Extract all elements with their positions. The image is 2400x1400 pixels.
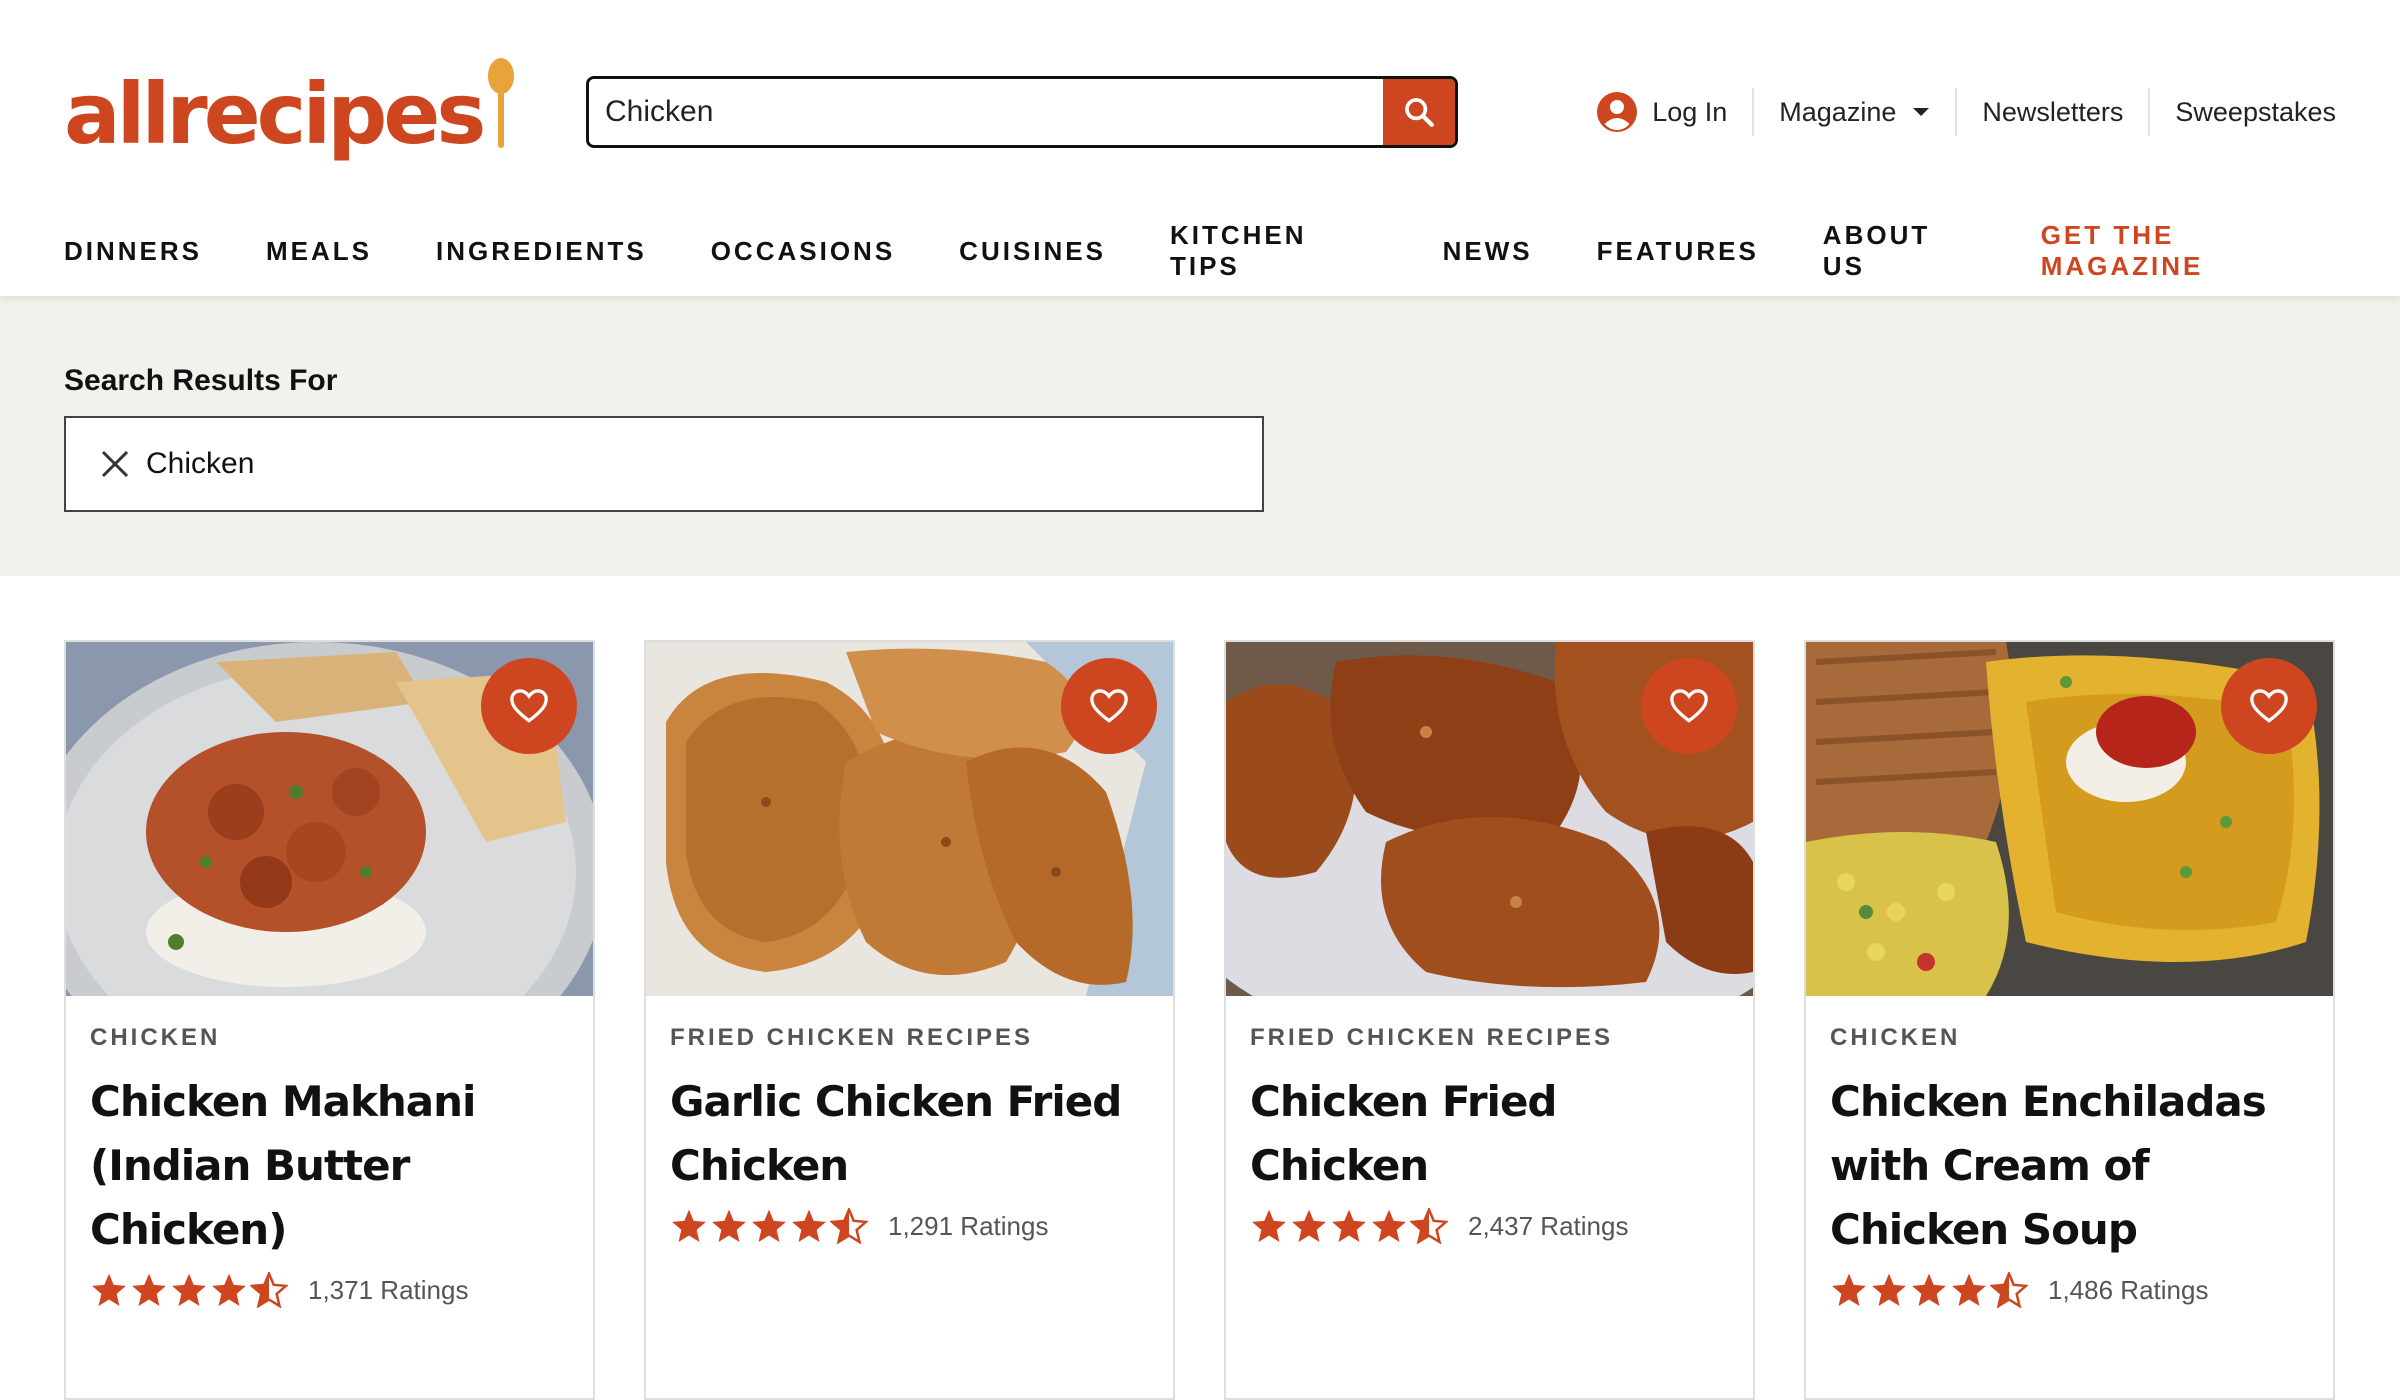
- half-star-icon: [1990, 1272, 2028, 1308]
- card-body: FRIED CHICKEN RECIPES Garlic Chicken Fri…: [646, 996, 1173, 1244]
- card-body: CHICKEN Chicken Enchiladas with Cream of…: [1806, 996, 2333, 1308]
- card-body: CHICKEN Chicken Makhani (Indian Butter C…: [66, 996, 593, 1308]
- star-icon: [1370, 1208, 1408, 1244]
- star-icon: [750, 1208, 788, 1244]
- star-rating: [1250, 1208, 1448, 1244]
- rating-row: 1,486 Ratings: [1830, 1272, 2309, 1308]
- nav-item-ingredients[interactable]: INGREDIENTS: [436, 236, 647, 267]
- star-icon: [170, 1272, 208, 1308]
- card-title[interactable]: Chicken Enchiladas with Cream of Chicken…: [1830, 1070, 2309, 1262]
- nav-item-meals[interactable]: MEALS: [266, 236, 372, 267]
- allrecipes-logo[interactable]: allrecipes: [64, 58, 516, 156]
- search-input[interactable]: [589, 79, 1383, 145]
- search-results-heading: Search Results For: [64, 364, 338, 397]
- nav-item-occasions[interactable]: OCCASIONS: [711, 236, 895, 267]
- star-icon: [1950, 1272, 1988, 1308]
- nav-item-news[interactable]: NEWS: [1443, 236, 1533, 267]
- heart-icon: [509, 688, 549, 724]
- caret-down-icon: [1912, 106, 1930, 118]
- main-nav: DINNERS MEALS INGREDIENTS OCCASIONS CUIS…: [64, 220, 2336, 282]
- card-category: FRIED CHICKEN RECIPES: [1250, 1024, 1614, 1051]
- card-category: CHICKEN: [90, 1024, 221, 1051]
- star-icon: [1330, 1208, 1368, 1244]
- rating-count: 1,371 Ratings: [308, 1274, 469, 1305]
- nav-item-features[interactable]: FEATURES: [1597, 236, 1759, 267]
- recipe-image[interactable]: [66, 642, 593, 996]
- star-icon: [1870, 1272, 1908, 1308]
- star-icon: [130, 1272, 168, 1308]
- rating-count: 1,486 Ratings: [2048, 1274, 2209, 1305]
- star-icon: [790, 1208, 828, 1244]
- search-results-header: Search Results For Chicken: [0, 296, 2400, 576]
- nav-item-cuisines[interactable]: CUISINES: [959, 236, 1106, 267]
- card-body: FRIED CHICKEN RECIPES Chicken Fried Chic…: [1226, 996, 1753, 1244]
- heart-icon: [1089, 688, 1129, 724]
- save-recipe-button[interactable]: [2221, 658, 2317, 754]
- nav-item-about-us[interactable]: ABOUT US: [1823, 220, 1977, 282]
- utility-nav: Log In Magazine Newsletters Sweepstakes: [1571, 84, 2336, 140]
- search-term-label: Chicken: [146, 447, 255, 480]
- star-icon: [1290, 1208, 1328, 1244]
- rating-row: 1,371 Ratings: [90, 1272, 569, 1308]
- star-icon: [90, 1272, 128, 1308]
- save-recipe-button[interactable]: [1061, 658, 1157, 754]
- card-category: CHICKEN: [1830, 1024, 1961, 1051]
- rating-row: 1,291 Ratings: [670, 1208, 1149, 1244]
- recipe-image[interactable]: [1806, 642, 2333, 996]
- card-title[interactable]: Chicken Fried Chicken: [1250, 1070, 1729, 1198]
- star-rating: [670, 1208, 868, 1244]
- recipe-card[interactable]: CHICKEN Chicken Enchiladas with Cream of…: [1804, 640, 2335, 1400]
- user-circle-icon: [1596, 91, 1638, 133]
- search-icon: [1402, 95, 1436, 129]
- star-icon: [670, 1208, 708, 1244]
- site-header: allrecipes Chicken Log In Magazine Newsl…: [0, 0, 2400, 296]
- newsletters-link[interactable]: Newsletters: [1955, 88, 2148, 136]
- search-button[interactable]: [1383, 79, 1455, 145]
- half-star-icon: [830, 1208, 868, 1244]
- star-icon: [710, 1208, 748, 1244]
- star-rating: [1830, 1272, 2028, 1308]
- login-link[interactable]: Log In: [1571, 88, 1752, 136]
- card-category: FRIED CHICKEN RECIPES: [670, 1024, 1034, 1051]
- rating-count: 1,291 Ratings: [888, 1210, 1049, 1241]
- recipe-card[interactable]: FRIED CHICKEN RECIPES Chicken Fried Chic…: [1224, 640, 1755, 1400]
- magazine-dropdown[interactable]: Magazine: [1752, 88, 1955, 136]
- save-recipe-button[interactable]: [481, 658, 577, 754]
- rating-row: 2,437 Ratings: [1250, 1208, 1729, 1244]
- half-star-icon: [250, 1272, 288, 1308]
- star-icon: [1910, 1272, 1948, 1308]
- sweepstakes-link[interactable]: Sweepstakes: [2148, 88, 2336, 136]
- recipe-card[interactable]: CHICKEN Chicken Makhani (Indian Butter C…: [64, 640, 595, 1400]
- logo-wordmark: allrecipes: [64, 65, 486, 163]
- star-rating: [90, 1272, 288, 1308]
- recipe-image[interactable]: [1226, 642, 1753, 996]
- half-star-icon: [1410, 1208, 1448, 1244]
- login-label: Log In: [1652, 96, 1728, 127]
- star-icon: [1830, 1272, 1868, 1308]
- search-term-chip: Chicken: [64, 416, 1264, 512]
- recipe-image[interactable]: [646, 642, 1173, 996]
- heart-icon: [1669, 688, 1709, 724]
- spoon-icon: [486, 58, 516, 150]
- save-recipe-button[interactable]: [1641, 658, 1737, 754]
- close-icon[interactable]: [100, 449, 130, 479]
- magazine-label: Magazine: [1779, 96, 1897, 127]
- heart-icon: [2249, 688, 2289, 724]
- recipe-card-grid: CHICKEN Chicken Makhani (Indian Butter C…: [0, 576, 2400, 1400]
- card-title[interactable]: Chicken Makhani (Indian Butter Chicken): [90, 1070, 569, 1262]
- nav-item-kitchen-tips[interactable]: KITCHEN TIPS: [1170, 220, 1379, 282]
- card-title[interactable]: Garlic Chicken Fried Chicken: [670, 1070, 1149, 1198]
- recipe-card[interactable]: FRIED CHICKEN RECIPES Garlic Chicken Fri…: [644, 640, 1175, 1400]
- star-icon: [210, 1272, 248, 1308]
- search-bar: [586, 76, 1458, 148]
- nav-item-dinners[interactable]: DINNERS: [64, 236, 202, 267]
- get-the-magazine-link[interactable]: GET THE MAGAZINE: [2041, 220, 2336, 282]
- rating-count: 2,437 Ratings: [1468, 1210, 1629, 1241]
- star-icon: [1250, 1208, 1288, 1244]
